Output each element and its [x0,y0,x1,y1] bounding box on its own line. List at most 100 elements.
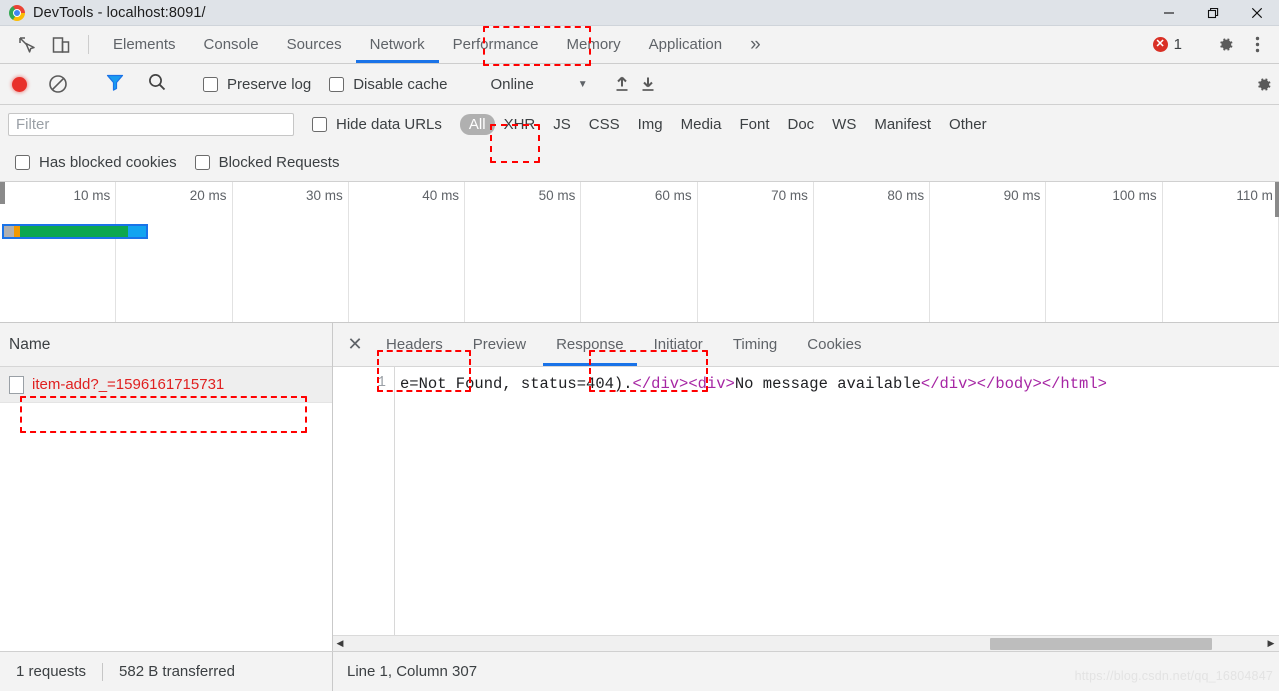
timeline-tick: 110 m [1163,182,1279,322]
tab-headers[interactable]: Headers [371,323,458,366]
checkbox-box [15,155,30,170]
type-filter-css[interactable]: CSS [580,114,629,135]
tab-response[interactable]: Response [541,323,639,366]
watermark: https://blog.csdn.net/qq_16804847 [1074,669,1273,683]
tabstrip-right-controls: ✕ 1 [1147,26,1279,63]
blocked-requests-label: Blocked Requests [218,154,340,171]
type-filter-manifest[interactable]: Manifest [865,114,940,135]
device-toolbar-icon[interactable] [44,26,78,63]
disable-cache-label: Disable cache [353,75,448,93]
close-icon[interactable] [1235,0,1279,26]
blocked-requests-checkbox[interactable]: Blocked Requests [194,154,340,171]
clear-requests-icon[interactable] [47,73,69,95]
scroll-left-arrow-icon[interactable]: ◀ [333,638,347,649]
chevron-double-right-icon[interactable]: » [736,26,775,63]
request-name: item-add?_=1596161715731 [32,376,225,393]
type-filter-font[interactable]: Font [730,114,778,135]
tab-application[interactable]: Application [635,26,736,63]
tab-label: Performance [452,36,539,53]
restore-icon[interactable] [1191,0,1235,26]
filter-input[interactable] [8,113,294,136]
network-settings-gear-icon[interactable] [1247,65,1279,103]
tab-memory[interactable]: Memory [553,26,635,63]
inspect-element-icon[interactable] [10,26,44,63]
horizontal-scrollbar[interactable]: ◀ ▶ [333,635,1279,651]
response-body-viewer[interactable]: 1 e=Not Found, status=404).</div><div>No… [333,367,1279,635]
timeline-tick: 60 ms [581,182,698,322]
tab-sources[interactable]: Sources [273,26,356,63]
response-tag-part: </div><div> [632,375,735,393]
tick-label: 90 ms [1003,188,1041,203]
minimize-icon[interactable] [1147,0,1191,26]
blocked-filter-row: Has blocked cookies Blocked Requests [0,144,1279,182]
record-button-icon[interactable] [12,76,27,92]
preserve-log-checkbox[interactable]: Preserve log [203,76,311,93]
tab-label: Timing [732,336,778,353]
status-divider [102,662,104,681]
tab-label: Initiator [653,336,703,353]
has-blocked-cookies-checkbox[interactable]: Has blocked cookies [15,154,177,171]
tab-preview[interactable]: Preview [458,323,541,366]
type-filter-media[interactable]: Media [672,114,731,135]
tab-network[interactable]: Network [355,26,439,63]
tab-performance[interactable]: Performance [439,26,553,63]
response-body-text[interactable]: e=Not Found, status=404).</div><div>No m… [395,367,1279,635]
scrollbar-thumb[interactable] [990,637,1212,650]
gear-icon[interactable] [1209,26,1241,64]
close-icon[interactable]: ✕ [339,323,371,366]
import-har-icon[interactable] [609,74,635,94]
disable-cache-checkbox[interactable]: Disable cache [329,76,447,93]
type-filter-img[interactable]: Img [629,114,672,135]
type-filter-all[interactable]: All [459,114,495,135]
export-har-icon[interactable] [635,74,661,94]
network-overview-timeline[interactable]: 10 ms 20 ms 30 ms 40 ms 50 ms 60 ms 70 m… [0,182,1279,323]
scroll-right-arrow-icon[interactable]: ▶ [1264,638,1278,649]
response-text-part: No message available [734,375,921,393]
tab-console[interactable]: Console [190,26,273,63]
tick-label: 100 ms [1112,188,1157,203]
tab-label: Sources [286,36,342,53]
checkbox-box [203,76,218,92]
timeline-tick: 10 ms [0,182,117,322]
request-list-header[interactable]: Name [0,323,332,367]
type-filter-ws[interactable]: WS [823,114,865,135]
tick-label: 20 ms [189,188,227,203]
window-title-bar: DevTools - localhost:8091/ [0,0,1279,26]
hide-data-urls-checkbox[interactable]: Hide data URLs [312,116,442,133]
timeline-tick: 80 ms [814,182,931,322]
chevron-down-icon: ▼ [577,78,588,90]
toolbar-divider [88,35,89,54]
tab-label: Response [556,336,624,353]
tab-cookies[interactable]: Cookies [792,323,876,366]
error-badge[interactable]: ✕ 1 [1147,36,1188,53]
timeline-tick: 40 ms [349,182,466,322]
type-filter-doc[interactable]: Doc [778,114,823,135]
timeline-ruler: 10 ms 20 ms 30 ms 40 ms 50 ms 60 ms 70 m… [0,182,1279,322]
tick-label: 70 ms [771,188,808,203]
segment-waiting [20,226,128,237]
type-filter-other[interactable]: Other [940,114,996,135]
overview-left-handle[interactable] [0,182,5,204]
tab-label: Memory [566,36,621,53]
type-filter-xhr[interactable]: XHR [495,114,545,135]
throttling-dropdown[interactable]: Online ▼ [486,76,587,93]
timeline-tick: 50 ms [465,182,582,322]
overview-right-handle[interactable] [1275,182,1279,217]
tab-timing[interactable]: Timing [718,323,792,366]
tick-label: 10 ms [73,188,111,203]
search-icon[interactable] [146,71,168,98]
filter-funnel-icon[interactable] [104,71,126,98]
table-row[interactable]: item-add?_=1596161715731 [0,367,332,403]
tab-initiator[interactable]: Initiator [639,323,718,366]
window-controls [1147,0,1279,26]
kebab-menu-icon[interactable] [1241,26,1273,64]
timeline-tick: 30 ms [233,182,349,322]
detail-tab-bar: ✕ Headers Preview Response Initiator Tim… [333,323,1279,367]
resource-type-filters: All XHR JS CSS Img Media Font Doc WS Man… [459,114,996,135]
tab-elements[interactable]: Elements [99,26,190,63]
segment-download [128,226,146,237]
line-number: 1 [377,375,386,391]
type-filter-js[interactable]: JS [544,114,580,135]
tick-label: 50 ms [538,188,576,203]
tab-label: Cookies [807,336,862,353]
